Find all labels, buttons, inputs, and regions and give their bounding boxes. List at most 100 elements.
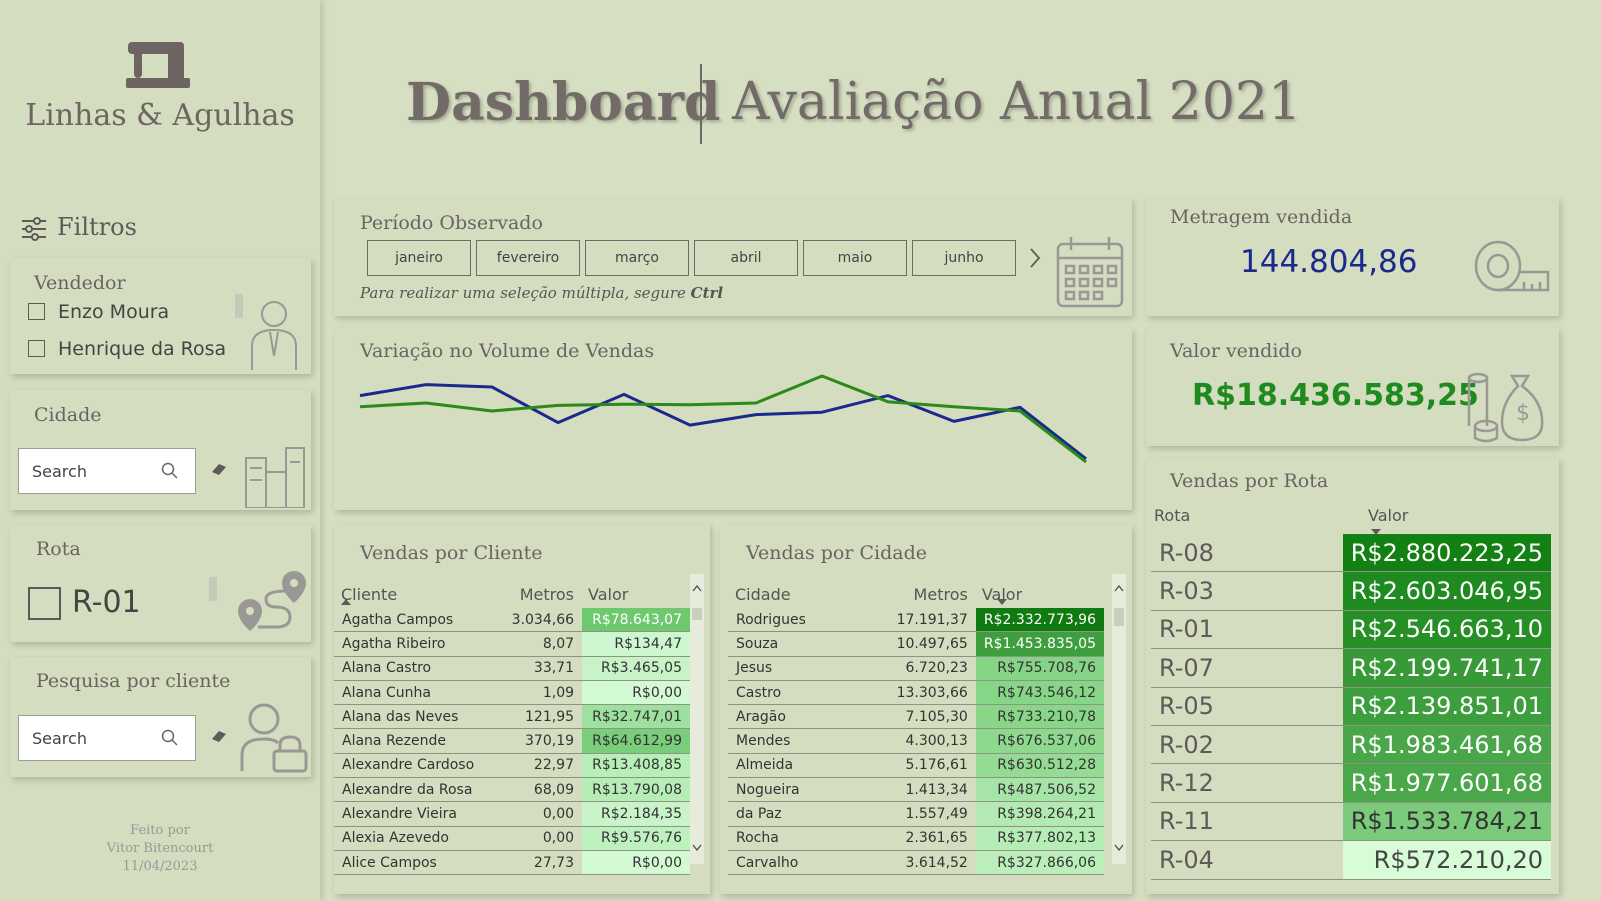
table-row[interactable]: Agatha Ribeiro 8,07 R$134,47 [334, 631, 690, 657]
cliente-search-input[interactable]: Search [18, 715, 196, 761]
vendedor-checkbox-0[interactable] [28, 303, 45, 320]
vendedor-title: Vendedor [34, 272, 126, 294]
vendedor-checkbox-1[interactable] [28, 340, 45, 357]
table-row[interactable]: Rodrigues 17.191,37 R$2.332.773,96 [728, 608, 1104, 633]
cell-valor: R$1.533.784,21 [1342, 802, 1551, 842]
search-icon [161, 729, 178, 746]
cell-name: Alana Castro [334, 656, 504, 681]
cell-name: Castro [728, 680, 884, 706]
cell-metros: 3.614,52 [883, 850, 976, 876]
col-cliente[interactable]: Cliente [334, 570, 504, 608]
table-row[interactable]: Carvalho 3.614,52 R$327.866,06 [728, 850, 1104, 876]
table-row[interactable]: R-04 R$572.210,20 [1151, 840, 1551, 880]
rota-option-0[interactable]: R-01 [72, 585, 141, 620]
scroll-down-icon[interactable] [1114, 844, 1124, 852]
sort-desc-icon [997, 599, 1007, 605]
col-metros[interactable]: Metros [504, 570, 582, 608]
table-row[interactable]: Mendes 4.300,13 R$676.537,06 [728, 728, 1104, 754]
table-row[interactable]: Alana das Neves 121,95 R$32.747,01 [334, 704, 690, 730]
cliente-filter-card: Pesquisa por cliente Search [10, 657, 311, 777]
cell-name: da Paz [728, 801, 884, 827]
eraser-icon[interactable] [210, 462, 228, 476]
table-row[interactable]: R-03 R$2.603.046,95 [1151, 571, 1551, 611]
month-button-marco[interactable]: março [585, 240, 689, 276]
volume-line-chart [359, 374, 1087, 464]
table-row[interactable]: Aragão 7.105,30 R$733.210,78 [728, 704, 1104, 730]
table-row[interactable]: Agatha Campos 3.034,66 R$78.643,07 [334, 608, 690, 633]
table-row[interactable]: Nogueira 1.413,34 R$487.506,52 [728, 777, 1104, 803]
col-cidade[interactable]: Cidade [728, 570, 883, 608]
vendedor-option-0[interactable]: Enzo Moura [58, 301, 169, 323]
vendedor-scrollbar[interactable] [235, 294, 243, 318]
month-button-junho[interactable]: junho [912, 240, 1016, 276]
cidade-search-input[interactable]: Search [18, 448, 196, 494]
cell-valor: R$2.880.223,25 [1342, 534, 1551, 573]
credit-line-2: Vitor Bitencourt [106, 841, 214, 856]
table-row[interactable]: R-11 R$1.533.784,21 [1151, 802, 1551, 842]
table-row[interactable]: Castro 13.303,66 R$743.546,12 [728, 680, 1104, 706]
rota-scrollbar[interactable] [209, 577, 217, 601]
eraser-icon[interactable] [210, 729, 228, 743]
table-row[interactable]: Alexandre Vieira 0,00 R$2.184,35 [334, 801, 690, 827]
table-row[interactable]: R-02 R$1.983.461,68 [1151, 725, 1551, 765]
scroll-up-icon[interactable] [692, 584, 702, 592]
series-line-0[interactable] [359, 383, 1087, 460]
cell-valor: R$743.546,12 [975, 680, 1104, 706]
table-row[interactable]: Alexia Azevedo 0,00 R$9.576,76 [334, 826, 690, 851]
month-button-abril[interactable]: abril [694, 240, 798, 276]
table-row[interactable]: Jesus 6.720,23 R$755.708,76 [728, 656, 1104, 681]
table-row[interactable]: Alexandre Cardoso 22,97 R$13.408,85 [334, 753, 690, 779]
table-row[interactable]: Rocha 2.361,65 R$377.802,13 [728, 826, 1104, 851]
table-row[interactable]: R-01 R$2.546.663,10 [1151, 610, 1551, 650]
table-row[interactable]: Alana Cunha 1,09 R$0,00 [334, 680, 690, 706]
chevron-right-icon[interactable] [1028, 247, 1042, 269]
col-rota[interactable]: Rota [1154, 506, 1190, 525]
cidades-scrollbar[interactable] [1112, 574, 1126, 864]
month-button-janeiro[interactable]: janeiro [367, 240, 471, 276]
measuring-tape-icon [1474, 240, 1550, 292]
periodo-hint-text: Para realizar uma seleção múltipla, segu… [360, 284, 691, 302]
rotas-table: R-08 R$2.880.223,25 R-03 R$2.603.046,95 R-01… [1151, 534, 1551, 880]
table-row[interactable]: Alice Campos 27,73 R$0,00 [334, 850, 690, 876]
cell-metros: 1.557,49 [883, 801, 976, 827]
cell-valor: R$0,00 [582, 680, 690, 706]
month-button-fevereiro[interactable]: fevereiro [476, 240, 580, 276]
clientes-scrollbar[interactable] [690, 574, 704, 864]
cell-valor: R$2.184,35 [582, 801, 690, 827]
page-title: Dashboard [406, 72, 721, 133]
rota-title: Rota [36, 538, 81, 560]
table-row[interactable]: Alana Castro 33,71 R$3.465,05 [334, 656, 690, 681]
cell-valor: R$2.332.773,96 [975, 608, 1104, 633]
table-row[interactable]: R-05 R$2.139.851,01 [1151, 687, 1551, 726]
cell-valor: R$3.465,05 [582, 656, 690, 681]
cell-valor: R$2.546.663,10 [1342, 610, 1551, 650]
credit-line-3: 11/04/2023 [122, 859, 198, 874]
table-row[interactable]: R-07 R$2.199.741,17 [1151, 648, 1551, 688]
vendedor-option-1[interactable]: Henrique da Rosa [58, 338, 226, 360]
table-row[interactable]: Alana Rezende 370,19 R$64.612,99 [334, 728, 690, 754]
col-valor[interactable]: Valor [582, 570, 690, 608]
cell-name: R-01 [1151, 610, 1343, 650]
table-row[interactable]: Souza 10.497,65 R$1.453.835,05 [728, 631, 1104, 657]
table-row[interactable]: Alexandre da Rosa 68,09 R$13.790,08 [334, 777, 690, 803]
table-row[interactable]: R-08 R$2.880.223,25 [1151, 534, 1551, 573]
table-row[interactable]: da Paz 1.557,49 R$398.264,21 [728, 801, 1104, 827]
cell-valor: R$733.210,78 [975, 704, 1104, 730]
cell-metros: 4.300,13 [883, 728, 976, 754]
rota-checkbox-0[interactable] [28, 587, 61, 620]
cell-valor: R$2.199.741,17 [1342, 648, 1551, 688]
rota-filter-card: Rota R-01 [10, 525, 311, 642]
city-icon [245, 447, 305, 508]
cell-valor: R$398.264,21 [975, 801, 1104, 827]
table-row[interactable]: R-12 R$1.977.601,68 [1151, 763, 1551, 803]
col-metros[interactable]: Metros [883, 570, 976, 608]
cell-name: R-08 [1151, 534, 1343, 573]
cell-metros: 17.191,37 [883, 608, 976, 633]
col-valor[interactable]: Valor [1368, 506, 1408, 525]
scroll-down-icon[interactable] [692, 844, 702, 852]
scroll-up-icon[interactable] [1114, 584, 1124, 592]
cell-name: R-03 [1151, 571, 1343, 611]
month-button-maio[interactable]: maio [803, 240, 907, 276]
table-row[interactable]: Almeida 5.176,61 R$630.512,28 [728, 753, 1104, 779]
cell-name: Alana Rezende [334, 728, 504, 754]
